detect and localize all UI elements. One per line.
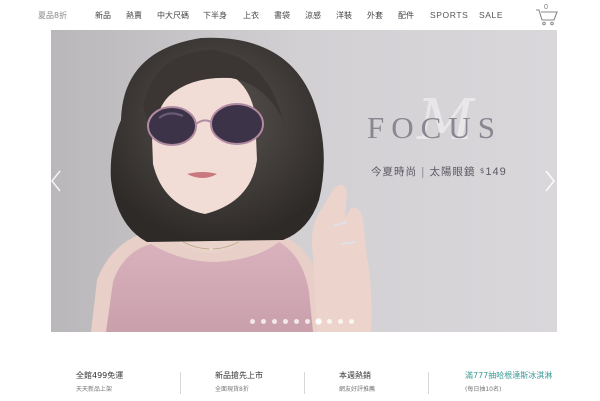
nav-item-sports[interactable]: SPORTS [430, 10, 468, 20]
nav-item-cooling[interactable]: 涼感 [305, 10, 321, 21]
promo-weekly-hot[interactable]: 本週熱銷 網友好評推薦 [339, 370, 469, 393]
tagline-text: 今夏時尚 [371, 166, 417, 178]
nav-item-hot[interactable]: 熱賣 [126, 10, 142, 21]
hero-title: FOCUS [367, 110, 502, 145]
carousel-dot[interactable] [316, 319, 321, 324]
nav-item-bottoms[interactable]: 下半身 [203, 10, 227, 21]
nav-item-outerwear[interactable]: 外套 [367, 10, 383, 21]
promo-new-arrivals[interactable]: 新品搶先上市 全面現貨8折 [215, 370, 345, 393]
promo-title: 全館499免運 [76, 371, 124, 380]
promo-subtitle: 全面現貨8折 [215, 386, 249, 393]
carousel-dot[interactable] [272, 319, 277, 324]
promo-title: 本週熱銷 [339, 371, 371, 380]
nav-item-dresses[interactable]: 洋裝 [336, 10, 352, 21]
promo-free-shipping[interactable]: 全館499免運 天天新品上架 [76, 370, 206, 393]
promo-ice-cream-draw[interactable]: 滿777抽哈根達斯冰淇淋 (每日抽10名) [465, 370, 595, 393]
promo-title: 滿777抽哈根達斯冰淇淋 [465, 371, 553, 380]
nav-item-new[interactable]: 新品 [95, 10, 111, 21]
top-navigation: 夏品8折 新品 熱賣 中大尺碼 下半身 上衣 書袋 涼感 洋裝 外套 配件 SP… [0, 0, 600, 30]
carousel-dot[interactable] [294, 319, 299, 324]
tagline-separator: | [421, 166, 426, 178]
nav-item-accessories[interactable]: 配件 [398, 10, 414, 21]
carousel-dot[interactable] [283, 319, 288, 324]
nav-item-summer-sale[interactable]: 夏品8折 [38, 10, 67, 21]
cart-count-badge: 0 [544, 4, 548, 11]
promo-title: 新品搶先上市 [215, 371, 263, 380]
chevron-right-icon[interactable] [543, 168, 557, 194]
carousel-dot[interactable] [349, 319, 354, 324]
carousel-dot[interactable] [305, 319, 310, 324]
hero-banner[interactable]: M FOCUS 今夏時尚 | 太陽眼鏡 $149 [51, 30, 557, 332]
chevron-left-icon[interactable] [51, 168, 63, 194]
hero-tagline: 今夏時尚 | 太陽眼鏡 $149 [371, 164, 507, 179]
model-photo [51, 30, 557, 332]
promo-subtitle: 天天新品上架 [76, 386, 113, 393]
nav-item-tops[interactable]: 上衣 [243, 10, 259, 21]
carousel-dot[interactable] [250, 319, 255, 324]
hero-price: 149 [485, 166, 507, 178]
carousel-dot[interactable] [338, 319, 343, 324]
divider [304, 372, 305, 394]
promo-subtitle: (每日抽10名) [465, 386, 502, 393]
nav-item-plus-size[interactable]: 中大尺碼 [157, 10, 189, 21]
nav-item-sale[interactable]: SALE [479, 10, 503, 20]
promo-strip: 全館499免運 天天新品上架 新品搶先上市 全面現貨8折 本週熱銷 網友好評推薦… [0, 360, 600, 401]
carousel-dot[interactable] [327, 319, 332, 324]
nav-item-bags[interactable]: 書袋 [274, 10, 290, 21]
divider [180, 372, 181, 394]
promo-subtitle: 網友好評推薦 [339, 386, 376, 393]
carousel-dot[interactable] [261, 319, 266, 324]
tagline-product: 太陽眼鏡 [429, 166, 476, 178]
divider [428, 372, 429, 394]
